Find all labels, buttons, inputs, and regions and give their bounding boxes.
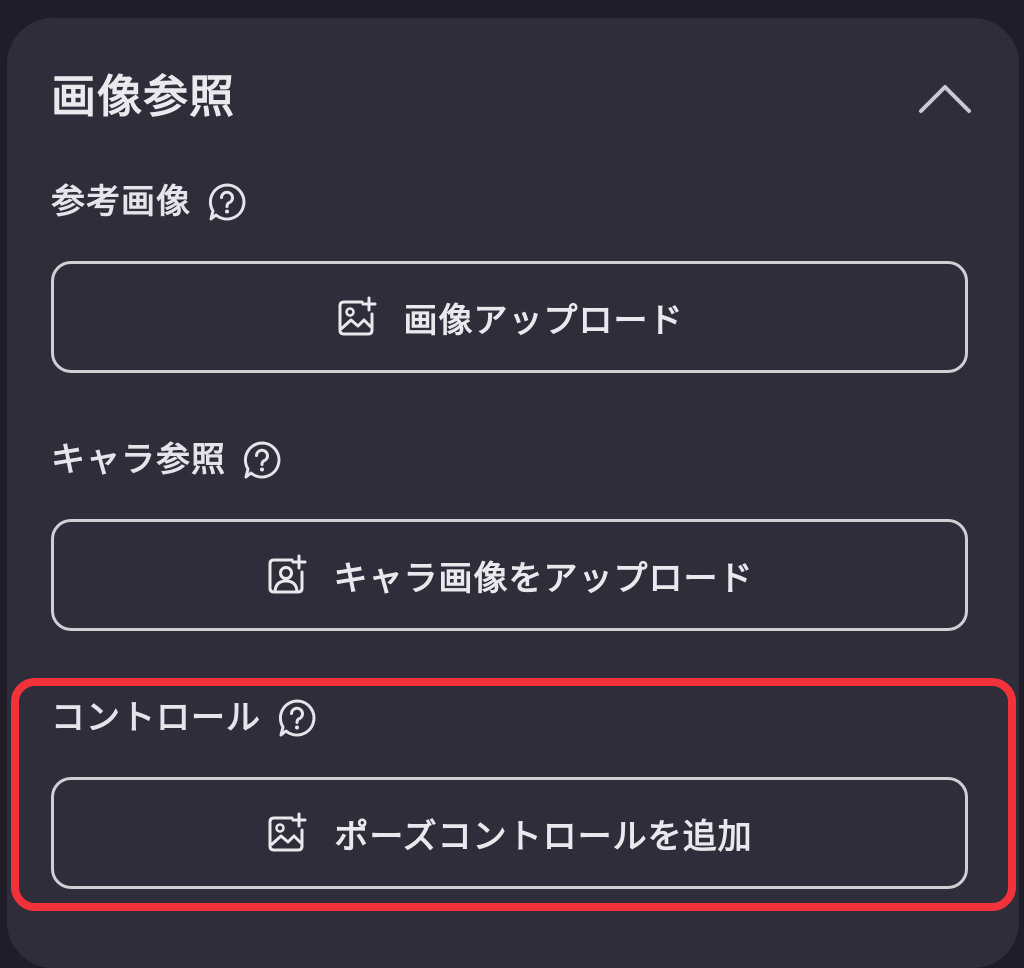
- upload-character-image-button[interactable]: キャラ画像をアップロード: [51, 519, 968, 631]
- section-label: 参考画像: [51, 182, 191, 222]
- panel-title: 画像参照: [51, 70, 236, 123]
- collapse-button[interactable]: [912, 74, 978, 120]
- section-reference-image: 参考画像: [51, 180, 247, 224]
- person-plus-icon: [266, 554, 308, 596]
- upload-reference-image-button[interactable]: 画像アップロード: [51, 261, 968, 373]
- add-pose-control-button[interactable]: ポーズコントロールを追加: [51, 777, 968, 889]
- button-label: キャラ画像をアップロード: [333, 558, 754, 599]
- chevron-up-icon: [919, 85, 971, 113]
- section-character-reference: キャラ参照: [51, 438, 282, 482]
- button-label: 画像アップロード: [403, 300, 684, 341]
- button-label: ポーズコントロールを追加: [334, 816, 753, 857]
- section-control: コントロール: [51, 696, 317, 740]
- image-plus-icon: [266, 812, 308, 854]
- help-bubble-icon[interactable]: [277, 698, 317, 738]
- section-label: コントロール: [51, 698, 261, 738]
- image-plus-icon: [336, 296, 378, 338]
- help-bubble-icon[interactable]: [207, 182, 247, 222]
- help-bubble-icon[interactable]: [242, 440, 282, 480]
- section-label: キャラ参照: [51, 440, 226, 480]
